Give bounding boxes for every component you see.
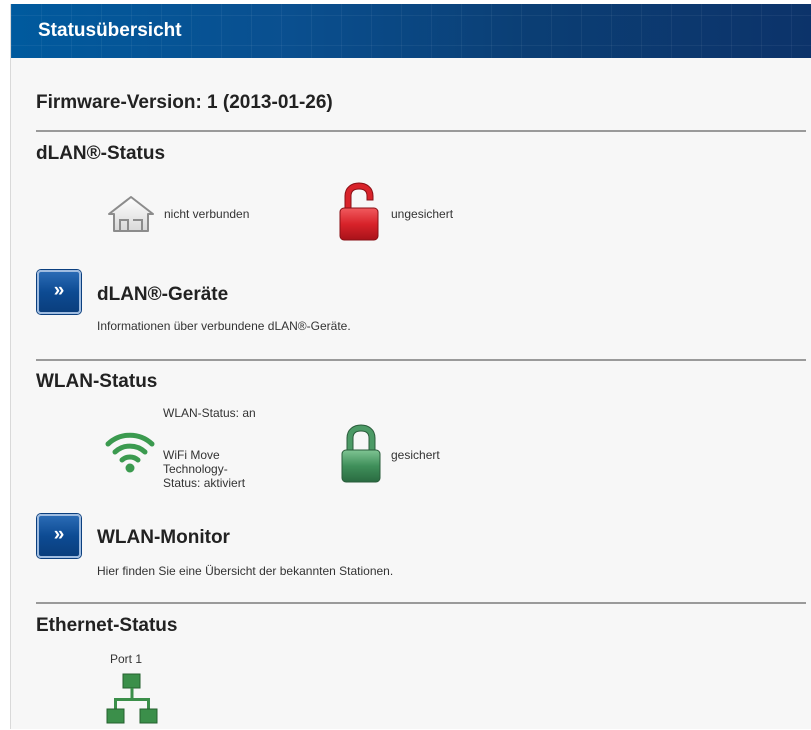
chevron-right-icon: » — [53, 280, 65, 301]
dlan-status-title: dLAN®-Status — [36, 143, 166, 164]
dlan-connection-text: nicht verbunden — [164, 207, 250, 221]
network-icon — [106, 673, 158, 725]
wlan-status-title: WLAN-Status — [36, 371, 158, 392]
dlan-devices-link[interactable]: dLAN®-Geräte — [97, 284, 228, 306]
wlan-status-text: WLAN-Status: an — [163, 406, 256, 420]
wifi-move-line: Technology- — [163, 462, 228, 476]
chevron-right-icon: » — [53, 524, 65, 545]
firmware-version: Firmware-Version: 1 (2013-01-26) — [36, 92, 333, 113]
wifi-move-status: WiFi Move Technology- Status: aktiviert — [163, 448, 245, 490]
wifi-move-line: Status: aktiviert — [163, 476, 246, 490]
ethernet-port-label: Port 1 — [110, 652, 143, 666]
ethernet-status-title: Ethernet-Status — [36, 615, 178, 636]
wlan-monitor-button[interactable]: » — [37, 514, 81, 558]
status-panel: Statusübersicht Firmware-Version: 1 (201… — [10, 4, 811, 729]
wlan-monitor-description: Hier finden Sie eine Übersicht der bekan… — [97, 564, 394, 578]
wifi-icon — [105, 429, 155, 473]
dlan-devices-button[interactable]: » — [37, 270, 81, 314]
panel-header: Statusübersicht — [11, 4, 811, 58]
divider — [36, 602, 806, 604]
divider — [36, 130, 806, 132]
lock-closed-icon — [341, 424, 381, 484]
house-icon — [106, 194, 156, 234]
page-title: Statusübersicht — [38, 20, 182, 41]
wifi-move-line: WiFi Move — [163, 448, 220, 462]
wlan-security-text: gesichert — [391, 448, 440, 462]
lock-open-icon — [339, 182, 379, 242]
wlan-monitor-link[interactable]: WLAN-Monitor — [97, 527, 230, 549]
divider — [36, 359, 806, 361]
dlan-security-text: ungesichert — [391, 207, 454, 221]
dlan-devices-description: Informationen über verbundene dLAN®-Gerä… — [97, 319, 351, 333]
